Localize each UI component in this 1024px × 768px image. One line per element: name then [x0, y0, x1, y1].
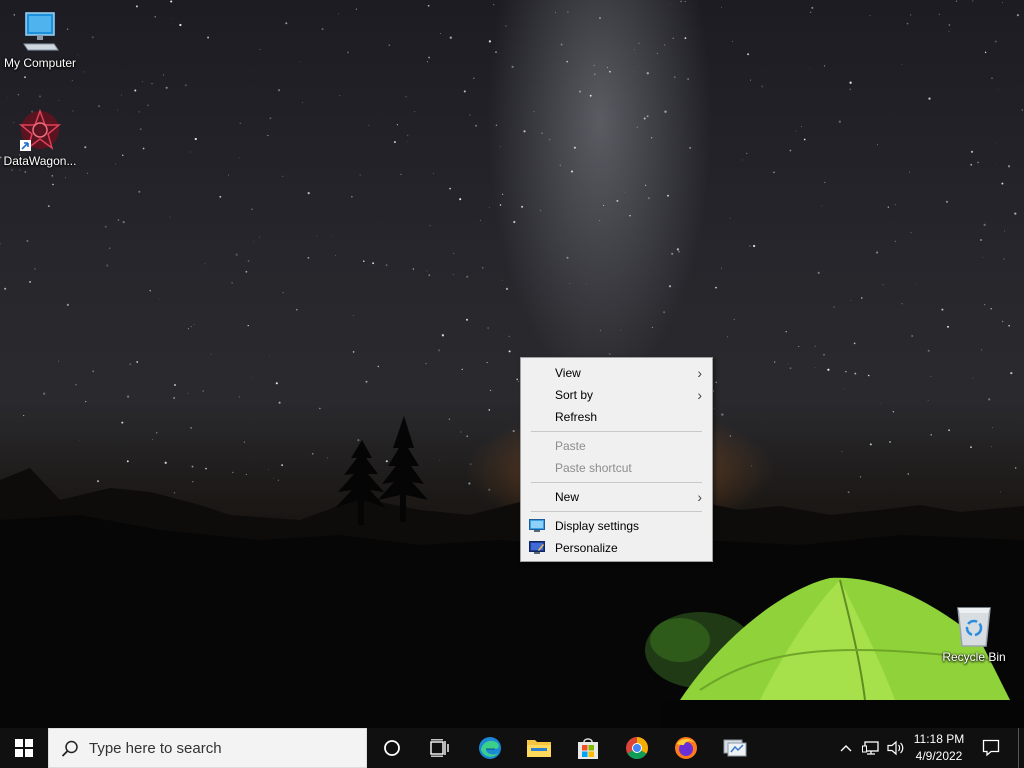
menu-item-refresh[interactable]: Refresh: [521, 406, 712, 428]
menu-item-label: New: [555, 490, 580, 504]
edge-taskbar-button[interactable]: [466, 728, 514, 768]
desktop-icon-recycle-bin[interactable]: Recycle Bin: [934, 602, 1014, 664]
desktop-icon-label: DataWagon...: [3, 154, 77, 168]
file-explorer-icon: [527, 740, 551, 757]
recycle-bin-icon: [957, 607, 991, 647]
search-icon: [61, 740, 78, 757]
cortana-button[interactable]: [368, 728, 416, 768]
start-button[interactable]: [0, 728, 48, 768]
taskbar-search-box[interactable]: Type here to search: [48, 728, 367, 768]
menu-item-personalize[interactable]: Personalize: [521, 537, 712, 559]
menu-separator: [531, 482, 702, 483]
menu-item-new[interactable]: New ›: [521, 486, 712, 508]
menu-item-label: Paste shortcut: [555, 461, 632, 475]
chrome-icon: [626, 737, 648, 759]
menu-item-label: Personalize: [555, 541, 618, 555]
menu-separator: [531, 431, 702, 432]
menu-item-display-settings[interactable]: Display settings: [521, 515, 712, 537]
desktop-background[interactable]: My Computer DataWagon... Recycle Bin Vie…: [0, 0, 1024, 728]
menu-item-paste: Paste: [521, 435, 712, 457]
desktop-context-menu: View › Sort by › Refresh Paste Paste sho…: [520, 357, 713, 562]
menu-separator: [531, 511, 702, 512]
search-placeholder: Type here to search: [89, 740, 222, 757]
task-view-icon: [430, 739, 449, 757]
network-wired-icon: [862, 741, 879, 755]
menu-item-label: View: [555, 366, 581, 380]
menu-item-view[interactable]: View ›: [521, 362, 712, 384]
edge-icon: [479, 737, 501, 759]
store-icon: [578, 738, 598, 759]
desktop-icon-datawagon[interactable]: DataWagon...: [0, 108, 80, 168]
desktop-icon-my-computer[interactable]: My Computer: [0, 10, 80, 70]
chevron-right-icon: ›: [697, 387, 702, 403]
chevron-up-icon: [840, 745, 852, 752]
firefox-icon: [675, 737, 697, 759]
windows-logo-icon: [15, 739, 33, 757]
desktop-icon-label: Recycle Bin: [942, 650, 1006, 664]
volume-tray-button[interactable]: [884, 728, 908, 768]
taskbar-clock[interactable]: 11:18 PM 4/9/2022: [912, 731, 966, 765]
task-view-button[interactable]: [416, 728, 464, 768]
clock-date: 4/9/2022: [915, 749, 963, 763]
network-app-taskbar-button[interactable]: [711, 728, 759, 768]
computer-monitor-icon: [23, 12, 59, 51]
landscape-scene: [0, 416, 1024, 728]
chevron-right-icon: ›: [697, 489, 702, 505]
chevron-right-icon: ›: [697, 365, 702, 381]
store-taskbar-button[interactable]: [564, 728, 612, 768]
action-center-button[interactable]: [970, 728, 1012, 768]
menu-item-paste-shortcut: Paste shortcut: [521, 457, 712, 479]
menu-item-label: Paste: [555, 439, 586, 453]
firefox-taskbar-button[interactable]: [662, 728, 710, 768]
network-app-icon: [723, 739, 747, 757]
taskbar: Type here to search 11:18 PM 4/9/2022: [0, 728, 1024, 768]
menu-item-label: Sort by: [555, 388, 594, 402]
speaker-volume-icon: [887, 740, 904, 756]
show-hidden-icons-button[interactable]: [834, 728, 858, 768]
menu-item-label: Display settings: [555, 519, 640, 533]
personalize-icon: [529, 541, 545, 554]
chrome-taskbar-button[interactable]: [613, 728, 661, 768]
cortana-icon: [384, 740, 400, 756]
menu-item-sort-by[interactable]: Sort by ›: [521, 384, 712, 406]
network-tray-button[interactable]: [858, 728, 884, 768]
file-explorer-taskbar-button[interactable]: [515, 728, 563, 768]
menu-item-label: Refresh: [555, 410, 598, 424]
notification-icon: [982, 739, 1000, 757]
show-desktop-button[interactable]: [1018, 728, 1019, 768]
datawagon-logo-icon: [18, 108, 62, 151]
display-settings-icon: [529, 519, 545, 532]
clock-time: 11:18 PM: [913, 732, 965, 746]
desktop-icon-label: My Computer: [3, 56, 77, 70]
